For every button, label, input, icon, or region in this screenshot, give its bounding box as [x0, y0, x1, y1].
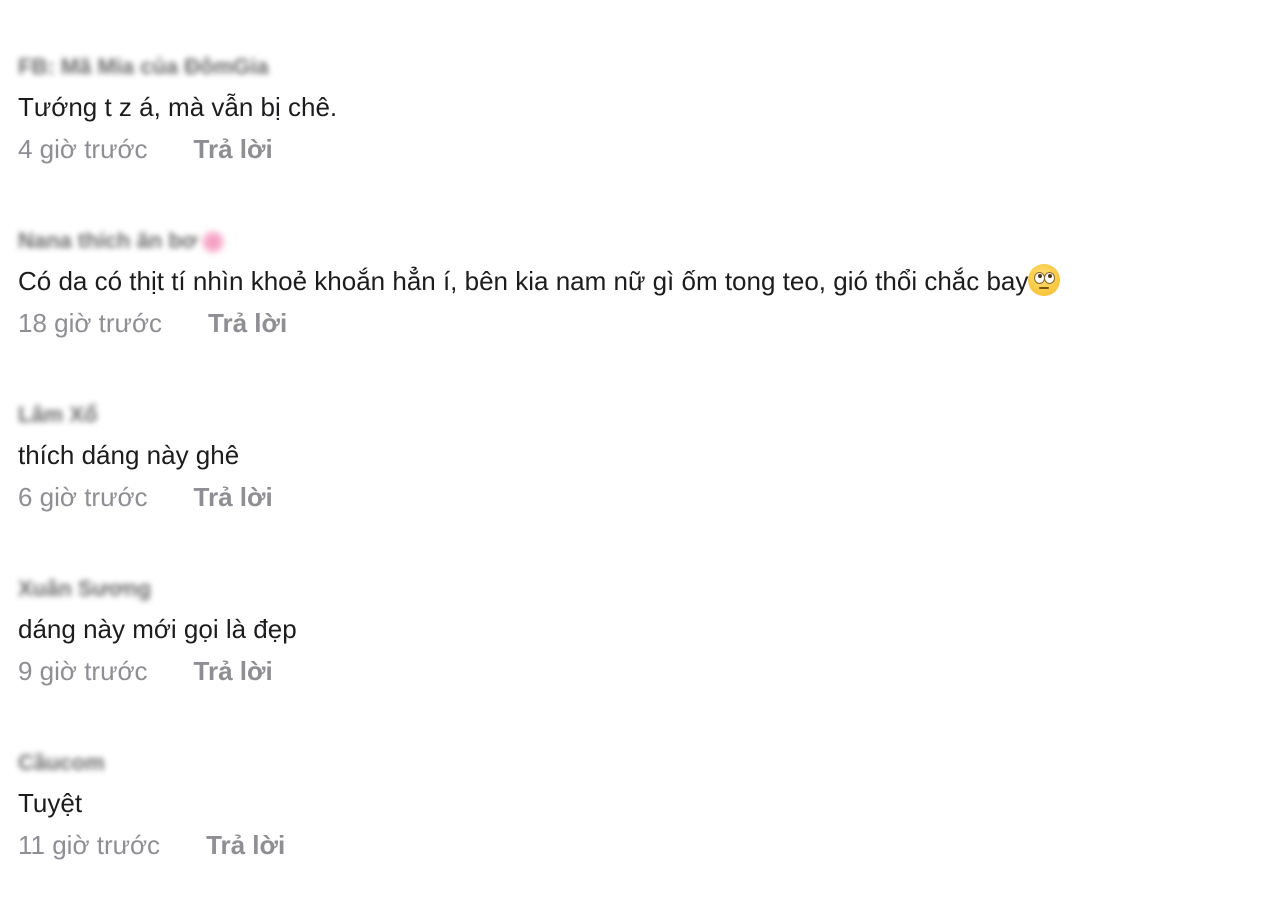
eye-roll-emoji-icon	[1028, 264, 1061, 296]
comment-author-name: Nana thích ăn bơ	[18, 228, 198, 253]
comment-author[interactable]: Nana thích ăn bơ	[18, 226, 226, 256]
comment-author[interactable]: Xuân Sương	[18, 574, 151, 604]
comment-timestamp: 9 giờ trước	[18, 656, 148, 686]
reply-button[interactable]: Trả lời	[206, 830, 285, 860]
comment-author[interactable]: FB: Mã Mia của ĐômGia	[18, 52, 269, 82]
comment-text: thích dáng này ghê	[18, 440, 240, 470]
comment-item: Nana thích ăn bơ Có da có thịt tí nhìn k…	[18, 226, 1264, 386]
comment-author[interactable]: Lâm Xổ	[18, 400, 97, 430]
comment-meta: 4 giờ trước Trả lời	[18, 132, 273, 166]
comment-timestamp: 4 giờ trước	[18, 134, 148, 164]
comment-item: FB: Mã Mia của ĐômGia Tướng t z á, mà vẫ…	[18, 52, 1264, 212]
comment-text: Có da có thịt tí nhìn khoẻ khoắn hẳn í, …	[18, 264, 1061, 298]
comment-item: Cầucom Tuyệt 11 giờ trước Trả lời	[18, 748, 1264, 908]
reply-button[interactable]: Trả lời	[194, 134, 273, 164]
comment-item: Xuân Sương dáng này mới gọi là đẹp 9 giờ…	[18, 574, 1264, 734]
comment-timestamp: 11 giờ trước	[18, 830, 161, 860]
comment-text: Tướng t z á, mà vẫn bị chê.	[18, 92, 338, 122]
flower-icon	[201, 230, 226, 255]
reply-button[interactable]: Trả lời	[194, 482, 273, 512]
comment-meta: 6 giờ trước Trả lời	[18, 480, 273, 514]
comment-text-content: Có da có thịt tí nhìn khoẻ khoắn hẳn í, …	[18, 266, 1029, 296]
comment-text: dáng này mới gọi là đẹp	[18, 614, 297, 644]
comment-meta: 18 giờ trước Trả lời	[18, 306, 287, 340]
comment-meta: 11 giờ trước Trả lời	[18, 828, 285, 862]
reply-button[interactable]: Trả lời	[208, 308, 287, 338]
comment-meta: 9 giờ trước Trả lời	[18, 654, 273, 688]
comment-timestamp: 18 giờ trước	[18, 308, 162, 338]
comment-item: Lâm Xổ thích dáng này ghê 6 giờ trước Trả…	[18, 400, 1264, 560]
reply-button[interactable]: Trả lời	[194, 656, 273, 686]
comment-text: Tuyệt	[18, 788, 83, 818]
comment-author[interactable]: Cầucom	[18, 748, 105, 778]
comment-timestamp: 6 giờ trước	[18, 482, 148, 512]
